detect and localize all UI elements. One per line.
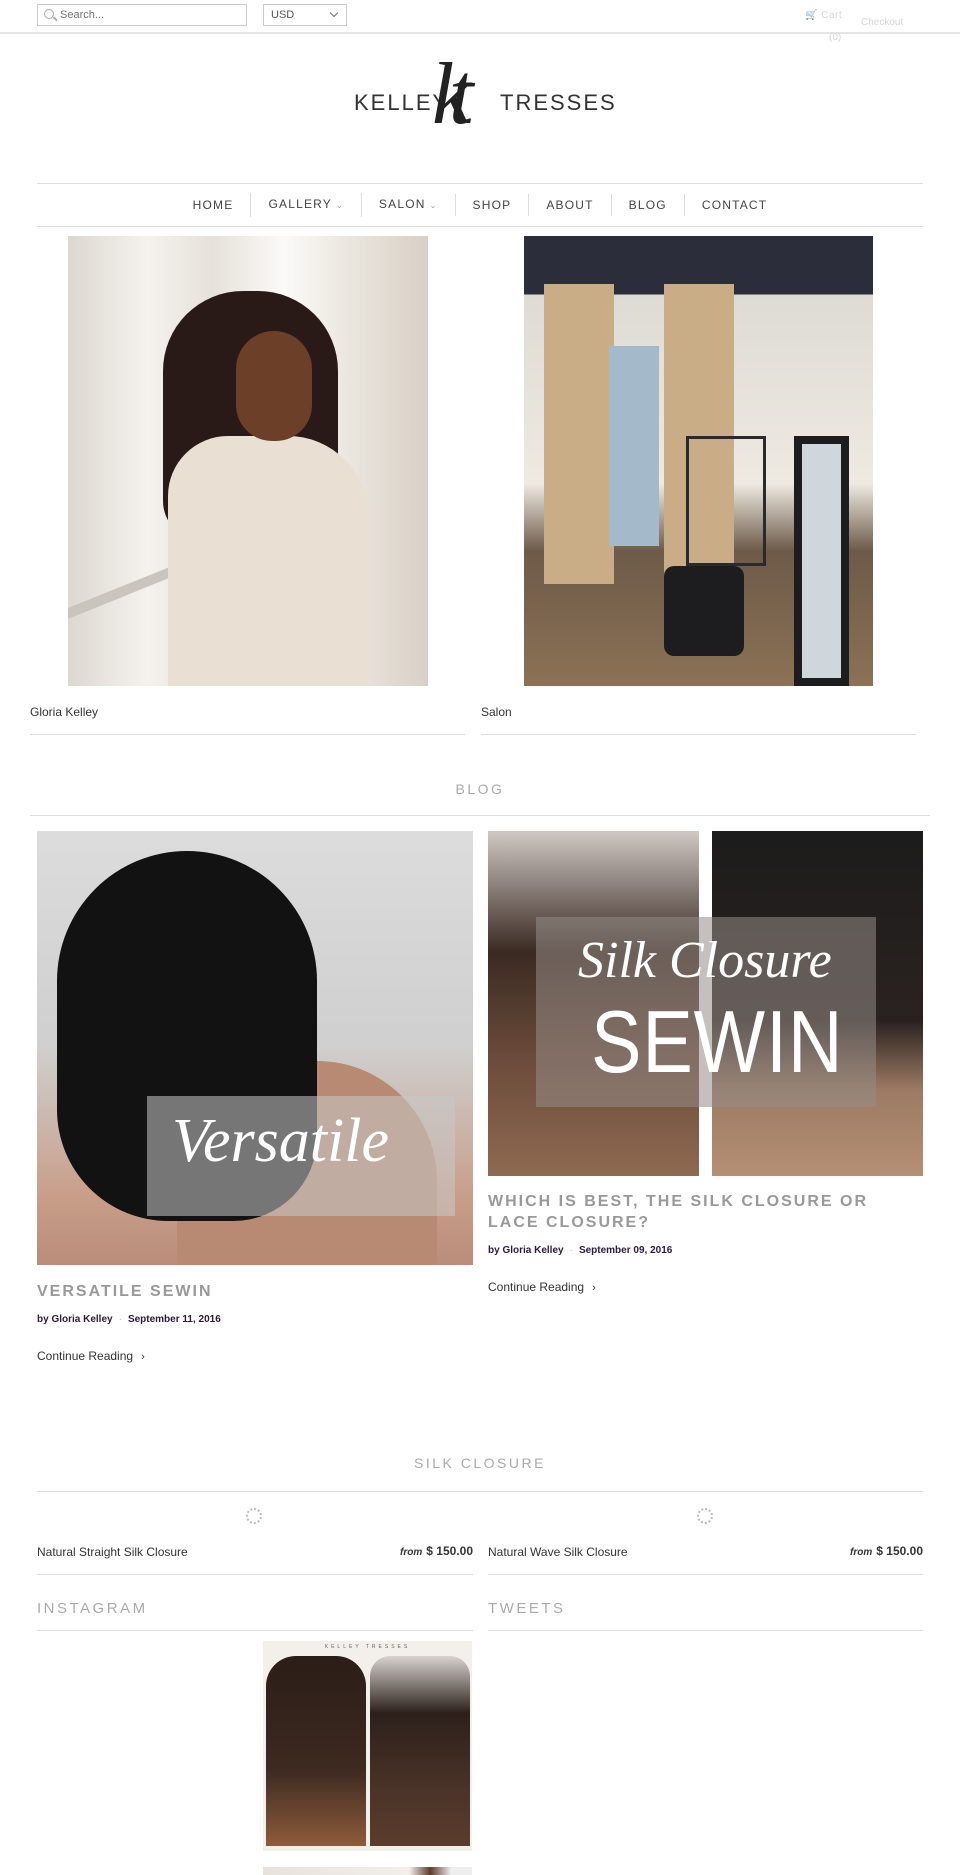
- nav-item-salon[interactable]: SALON ⌄: [360, 193, 455, 217]
- image-body: [168, 436, 368, 686]
- blog-section-title: BLOG: [455, 781, 505, 797]
- image-chair: [664, 566, 744, 656]
- image-window: [609, 346, 659, 546]
- nav-label: HOME: [192, 198, 234, 212]
- logo-right-word: TRESSES: [500, 90, 617, 115]
- blog-post-meta: by Gloria Kelley · September 11, 2016: [37, 1314, 221, 1325]
- image-mirror: [794, 436, 849, 686]
- blog-post-title[interactable]: VERSATILE SEWIN: [37, 1281, 473, 1302]
- featured-image-salon[interactable]: [524, 236, 873, 686]
- image-overlay-text: SEWIN: [591, 992, 844, 1091]
- divider: [37, 1574, 473, 1575]
- image-face: [236, 331, 312, 441]
- nav-label: SHOP: [472, 198, 512, 212]
- divider: [37, 1491, 923, 1492]
- search-box[interactable]: [37, 4, 247, 26]
- instagram-photo[interactable]: [263, 1867, 472, 1875]
- currency-select[interactable]: USD: [263, 4, 347, 26]
- nav-item-home[interactable]: HOME: [176, 194, 251, 216]
- post-author[interactable]: by Gloria Kelley: [488, 1245, 564, 1256]
- continue-reading-label: Continue Reading: [488, 1280, 585, 1294]
- instagram-photo-text: KELLEY TRESSES: [324, 1644, 411, 1650]
- featured-caption-gloria[interactable]: Gloria Kelley: [30, 705, 98, 719]
- nav-item-gallery[interactable]: GALLERY ⌄: [250, 193, 360, 217]
- blog-post-image-versatile[interactable]: Versatile: [37, 831, 473, 1265]
- blog-post-title[interactable]: WHICH IS BEST, THE SILK CLOSURE OR LACE …: [488, 1191, 923, 1233]
- chevron-down-icon: [329, 8, 339, 18]
- image-shelf: [686, 436, 766, 566]
- continue-reading-label: Continue Reading: [37, 1349, 134, 1363]
- top-bar: USD 🛒 Cart (0) Checkout: [0, 0, 960, 43]
- nav-label: ABOUT: [546, 198, 594, 212]
- loading-spinner-icon: [697, 1508, 713, 1524]
- logo-monogram: kt: [432, 46, 473, 143]
- product-price: from $ 150.00: [320, 1544, 473, 1558]
- instagram-title: INSTAGRAM: [37, 1600, 148, 1617]
- continue-reading-link[interactable]: Continue Reading ›: [488, 1280, 596, 1294]
- cart-count: (0): [829, 32, 842, 43]
- chevron-right-icon: ›: [592, 1282, 596, 1294]
- product-price: from $ 150.00: [770, 1544, 923, 1558]
- nav-label: GALLERY: [268, 197, 333, 211]
- silk-closure-section-title: SILK CLOSURE: [414, 1455, 546, 1471]
- chevron-down-icon: ⌄: [429, 201, 438, 210]
- continue-reading-link[interactable]: Continue Reading ›: [37, 1349, 145, 1363]
- currency-value: USD: [271, 9, 295, 21]
- nav-item-blog[interactable]: BLOG: [610, 194, 684, 216]
- image-curtain: [544, 284, 614, 584]
- chevron-down-icon: ⌄: [336, 201, 344, 210]
- post-date: September 11, 2016: [127, 1314, 221, 1325]
- divider: [37, 1630, 473, 1631]
- search-input[interactable]: [60, 7, 240, 23]
- post-author[interactable]: by Gloria Kelley: [37, 1314, 113, 1325]
- nav-label: SALON: [378, 197, 426, 211]
- image-right-panel: [370, 1656, 470, 1846]
- tweets-title: TWEETS: [488, 1600, 566, 1617]
- price-from: from: [850, 1547, 873, 1558]
- search-icon: [44, 9, 54, 19]
- main-nav: HOME GALLERY ⌄ SALON ⌄ SHOP ABOUT BLOG CON…: [37, 183, 923, 227]
- divider: [488, 1630, 923, 1631]
- divider: [30, 734, 465, 735]
- cart-link[interactable]: 🛒 Cart: [805, 10, 842, 21]
- product-name[interactable]: Natural Straight Silk Closure: [37, 1545, 188, 1559]
- product-name[interactable]: Natural Wave Silk Closure: [488, 1545, 628, 1559]
- nav-label: BLOG: [628, 198, 667, 212]
- price-value: $ 150.00: [876, 1544, 923, 1558]
- instagram-photo[interactable]: KELLEY TRESSES: [263, 1641, 472, 1851]
- post-date: September 09, 2016: [578, 1245, 673, 1256]
- site-logo[interactable]: KELLEY kt TRESSES: [350, 46, 615, 162]
- divider: [30, 815, 930, 816]
- price-value: $ 150.00: [426, 1544, 473, 1558]
- chevron-right-icon: ›: [141, 1351, 145, 1363]
- image-overlay-text: Silk Closure: [578, 932, 832, 989]
- nav-label: CONTACT: [701, 198, 768, 212]
- meta-separator: ·: [569, 1245, 573, 1256]
- featured-image-gloria[interactable]: [68, 236, 428, 686]
- featured-caption-salon[interactable]: Salon: [481, 705, 512, 719]
- image-overlay-text: Versatile: [172, 1107, 389, 1175]
- cart-label: Cart: [821, 10, 843, 21]
- price-from: from: [400, 1547, 423, 1558]
- checkout-link[interactable]: Checkout: [861, 17, 903, 28]
- image-left-panel: [266, 1656, 366, 1846]
- divider: [488, 1574, 923, 1575]
- nav-item-shop[interactable]: SHOP: [454, 194, 529, 216]
- blog-post-meta: by Gloria Kelley · September 09, 2016: [488, 1245, 672, 1256]
- blog-post-image-silk-closure[interactable]: Silk Closure SEWIN: [488, 831, 923, 1176]
- nav-item-about[interactable]: ABOUT: [528, 194, 610, 216]
- nav-item-contact[interactable]: CONTACT: [683, 194, 785, 216]
- divider: [481, 734, 916, 735]
- meta-separator: ·: [118, 1314, 122, 1325]
- loading-spinner-icon: [246, 1508, 262, 1524]
